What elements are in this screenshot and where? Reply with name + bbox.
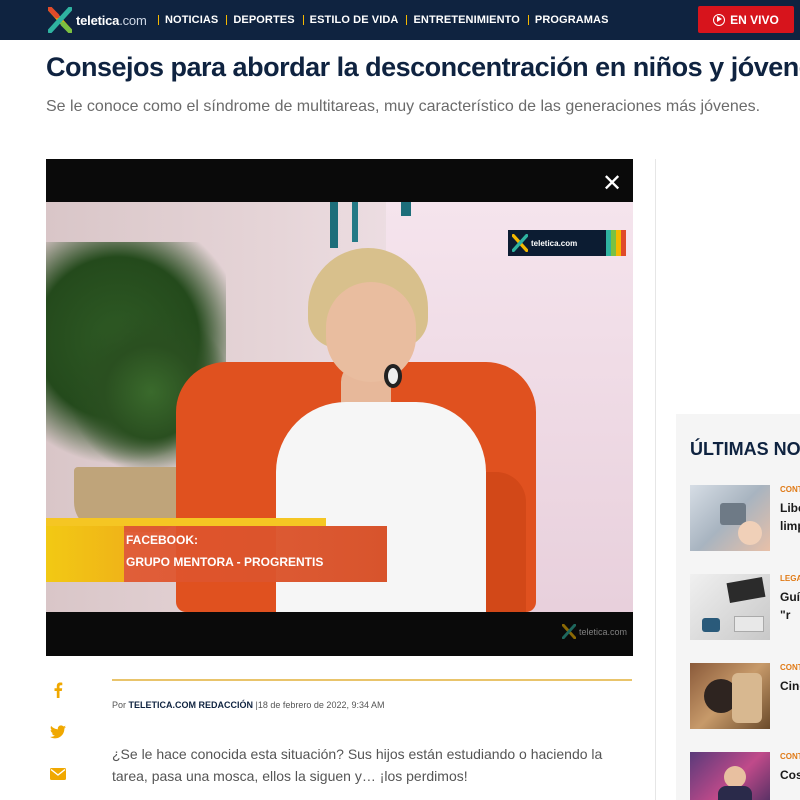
video-player[interactable]: ✕ teletica.com FACEBOOK: GRUPO MENTORA -… (46, 159, 633, 656)
news-category: LEGALES (780, 574, 800, 583)
live-button[interactable]: EN VIVO (698, 6, 794, 33)
news-thumbnail[interactable] (690, 574, 770, 640)
news-item[interactable]: CONTENIDO PATROCINADO Cinco puede de n (690, 663, 800, 733)
channel-logo-stripes (606, 230, 626, 256)
news-thumbnail[interactable] (690, 485, 770, 551)
nav-item-estilo-de-vida[interactable]: ESTILO DE VIDA (302, 14, 407, 26)
nav-item-deportes[interactable]: DEPORTES (226, 14, 302, 26)
top-navigation: teletica.com NOTICIAS DEPORTES ESTILO DE… (0, 0, 800, 40)
news-thumbnail[interactable] (690, 752, 770, 800)
teletica-x-icon (48, 7, 72, 33)
live-button-label: EN VIVO (730, 12, 779, 27)
stripe (621, 230, 626, 256)
nav-item-noticias[interactable]: NOTICIAS (158, 14, 226, 26)
lower-third-accent (46, 518, 326, 526)
channel-logo: teletica.com (508, 230, 626, 256)
article-title: Consejos para abordar la desconcentració… (46, 52, 800, 82)
earring (384, 364, 402, 388)
article-body: ¿Se le hace conocida esta situación? Sus… (112, 746, 603, 784)
twitter-icon[interactable] (50, 724, 66, 740)
publish-date: |18 de febrero de 2022, 9:34 AM (255, 700, 385, 710)
facebook-icon[interactable] (50, 682, 66, 698)
news-title[interactable]: Cinco puede de n (780, 677, 800, 695)
person-head (326, 282, 416, 382)
latest-news-sidebar: ÚLTIMAS NOTICIAS CONTENIDO PATROCINADO L… (676, 414, 800, 800)
logo-text: teletica (76, 12, 120, 28)
teletica-x-icon (562, 624, 576, 639)
lower-third-yellow (46, 526, 124, 582)
video-watermark-text: teletica.com (579, 626, 628, 637)
studio-decor (401, 202, 411, 216)
lower-third-caption: FACEBOOK: GRUPO MENTORA - PROGRENTIS (46, 518, 387, 582)
lower-third-line1: FACEBOOK: (126, 533, 198, 547)
lower-third-line2: GRUPO MENTORA - PROGRENTIS (126, 555, 324, 569)
channel-logo-text: teletica.com (531, 238, 578, 248)
teletica-logo[interactable]: teletica.com (48, 5, 147, 35)
byline-prefix: Por (112, 700, 127, 710)
teletica-x-icon (512, 234, 528, 252)
article-subtitle: Se le conoce como el síndrome de multita… (46, 98, 761, 115)
news-title[interactable]: Liberan importante limpieza (780, 499, 800, 535)
main-nav: NOTICIAS DEPORTES ESTILO DE VIDA ENTRETE… (158, 0, 617, 40)
news-item[interactable]: CONTENIDO PATROCINADO Costa Schoo (690, 752, 800, 800)
news-category: CONTENIDO PATROCINADO (780, 752, 800, 761)
news-thumbnail[interactable] (690, 663, 770, 729)
studio-decor (330, 202, 338, 248)
news-category: CONTENIDO PATROCINADO (780, 485, 800, 494)
byline: Por TELETICA.COM REDACCIÓN |18 de febrer… (112, 700, 384, 710)
close-icon[interactable]: ✕ (602, 172, 622, 196)
play-circle-icon (713, 13, 726, 26)
byline-divider (112, 679, 632, 681)
sidebar-title: ÚLTIMAS NOTICIAS (690, 439, 800, 459)
news-item[interactable]: CONTENIDO PATROCINADO Liberan importante… (690, 485, 800, 555)
news-item[interactable]: LEGALES Guía importante la "r (690, 574, 800, 644)
news-title[interactable]: Guía importante la "r (780, 588, 800, 624)
news-category: CONTENIDO PATROCINADO (780, 663, 800, 672)
video-frame: teletica.com FACEBOOK: GRUPO MENTORA - P… (46, 202, 633, 612)
author-link[interactable]: TELETICA.COM REDACCIÓN (129, 700, 254, 710)
studio-decor (352, 202, 358, 242)
nav-item-entretenimiento[interactable]: ENTRETENIMIENTO (406, 14, 527, 26)
video-watermark: teletica.com (562, 624, 627, 639)
column-divider (655, 159, 656, 800)
nav-item-programas[interactable]: PROGRAMAS (527, 14, 617, 26)
news-title[interactable]: Costa Schoo (780, 766, 800, 784)
email-icon[interactable] (50, 766, 66, 782)
logo-suffix: .com (119, 12, 147, 28)
